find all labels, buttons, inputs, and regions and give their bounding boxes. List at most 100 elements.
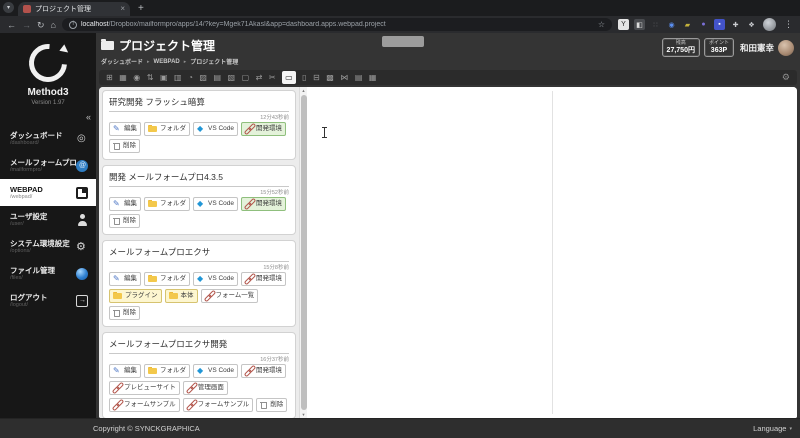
project-card[interactable]: 研究開発 フラッシュ暗算12分43秒前編集フォルダVS Code開発環境削除 — [102, 90, 296, 160]
sidebar-item-file-manager[interactable]: ファイル管理/files/ — [0, 260, 96, 287]
edit-button[interactable]: 編集 — [109, 272, 141, 286]
cut-icon[interactable]: ✂ — [269, 71, 276, 84]
link-button[interactable]: 開発環境 — [241, 197, 286, 211]
button-label: 開発環境 — [256, 124, 282, 134]
rows-icon[interactable]: ▤ — [355, 71, 363, 84]
vscode-button[interactable]: VS Code — [193, 272, 238, 286]
pattern-icon[interactable]: ▩ — [326, 71, 334, 84]
folder-button[interactable]: フォルダ — [144, 197, 190, 211]
frame-icon[interactable]: ▢ — [242, 71, 250, 84]
extension-blue-icon[interactable]: ▪ — [714, 19, 725, 30]
vscode-button[interactable]: VS Code — [193, 197, 238, 211]
box-icon[interactable]: ▣ — [160, 71, 168, 84]
list-icon[interactable]: ▤ — [213, 71, 221, 84]
extension-y-icon[interactable]: Y — [618, 19, 629, 30]
printer-icon[interactable]: ▦ — [369, 71, 377, 84]
sort-icon[interactable]: ⇅ — [147, 71, 154, 84]
link-button[interactable]: フォーム一覧 — [201, 289, 259, 303]
reading-list-icon[interactable]: ❖ — [746, 19, 757, 30]
extension-target-icon[interactable]: ◉ — [666, 19, 677, 30]
back-button[interactable]: ← — [7, 20, 16, 30]
project-card[interactable]: メールフォームプロエクサ開発16分37秒前編集フォルダVS Code開発環境プレ… — [102, 332, 296, 418]
calendar-icon[interactable]: ▨ — [199, 71, 207, 84]
extensions-puzzle-icon[interactable]: ✚ — [730, 19, 741, 30]
list-scrollbar[interactable]: ▲ ▼ — [299, 87, 307, 418]
folder-button[interactable]: フォルダ — [144, 364, 190, 378]
button-label: 本体 — [181, 291, 194, 301]
folder-button[interactable]: 本体 — [165, 289, 198, 303]
trash-button[interactable]: 削除 — [109, 214, 140, 228]
swap-icon[interactable]: ⇄ — [256, 71, 263, 84]
link-button[interactable]: フォームサンプル — [183, 398, 254, 412]
editor-panel[interactable] — [307, 87, 797, 418]
browser-tab[interactable]: プロジェクト管理 × — [18, 2, 130, 16]
trash-button[interactable]: 削除 — [109, 306, 140, 320]
home-button[interactable]: ⌂ — [51, 20, 56, 30]
folder-button[interactable]: プラグイン — [109, 289, 162, 303]
sidebar-item-mailformpro[interactable]: メールフォームプロ/mailformpro/ — [0, 152, 96, 179]
trash-button[interactable]: 削除 — [109, 139, 140, 153]
extension-dots-icon[interactable]: ∷ — [650, 19, 661, 30]
breadcrumb-item[interactable]: ダッシュボード — [101, 57, 143, 66]
new-tab-button[interactable]: + — [138, 4, 144, 14]
link-button[interactable]: プレビューサイト — [109, 381, 180, 395]
sidebar-item-system-settings[interactable]: システム環境設定/options/ — [0, 233, 96, 260]
table-icon[interactable]: ▦ — [119, 71, 127, 84]
pin-icon[interactable]: ◉ — [133, 71, 140, 84]
grid-icon[interactable]: ⊞ — [106, 71, 113, 84]
minus-box-icon[interactable]: ⊟ — [313, 71, 320, 84]
link-button[interactable]: 開発環境 — [241, 364, 286, 378]
tab-search-button[interactable]: ▾ — [3, 2, 14, 13]
trash-button[interactable]: 削除 — [256, 398, 287, 412]
user-avatar[interactable] — [778, 40, 794, 56]
forward-button[interactable]: → — [22, 20, 31, 30]
image-icon[interactable]: ▧ — [228, 71, 236, 84]
link-button[interactable]: 開発環境 — [241, 272, 286, 286]
button-label: 開発環境 — [256, 366, 282, 376]
clock-icon[interactable]: ◔ — [188, 71, 193, 84]
hourglass-icon[interactable]: ⋈ — [340, 71, 348, 84]
folder-button[interactable]: フォルダ — [144, 122, 190, 136]
bookmark-star-icon[interactable]: ☆ — [598, 20, 605, 29]
columns-icon[interactable]: ▥ — [174, 71, 182, 84]
extension-folder-icon[interactable]: ▰ — [682, 19, 693, 30]
sidebar-item-path: /files/ — [10, 275, 55, 282]
project-title: メールフォームプロエクサ開発 — [109, 337, 289, 354]
folder-icon — [148, 274, 158, 284]
active-window-icon[interactable]: ▭ — [282, 71, 296, 84]
project-card[interactable]: 開発 メールフォームプロ4.3.515分52秒前編集フォルダVS Code開発環… — [102, 165, 296, 235]
language-selector[interactable]: Language ▾ — [753, 424, 792, 433]
extension-box-icon[interactable]: ◧ — [634, 19, 645, 30]
breadcrumb-item[interactable]: WEBPAD — [154, 59, 180, 65]
browser-menu-icon[interactable]: ⋮ — [784, 19, 793, 30]
project-card[interactable]: メールフォームプロエクサ15分8秒前編集フォルダVS Code開発環境プラグイン… — [102, 240, 296, 327]
link-button[interactable]: 開発環境 — [241, 122, 286, 136]
scroll-up-icon[interactable]: ▲ — [302, 87, 306, 94]
scrollbar-thumb[interactable] — [301, 95, 307, 410]
link-button[interactable]: フォームサンプル — [109, 398, 180, 412]
sidebar-item-user-settings[interactable]: ユーザ設定/user/ — [0, 206, 96, 233]
scroll-down-icon[interactable]: ▼ — [302, 411, 306, 418]
edit-button[interactable]: 編集 — [109, 122, 141, 136]
vscode-button[interactable]: VS Code — [193, 122, 238, 136]
link-button[interactable]: 管理画面 — [183, 381, 228, 395]
bar-icon[interactable]: ▯ — [302, 71, 306, 84]
sidebar-item-logout[interactable]: ログアウト/logout/ — [0, 287, 96, 314]
footer: Copyright © SYNCKGRAPHICA Language ▾ — [0, 418, 800, 438]
tab-close-icon[interactable]: × — [120, 5, 125, 13]
edit-button[interactable]: 編集 — [109, 197, 141, 211]
url-bar[interactable]: localhost/Dropbox/mailformpro/apps/14/?k… — [62, 18, 612, 31]
toolbar-settings-gear-icon[interactable]: ⚙ — [782, 72, 790, 83]
project-title: 研究開発 フラッシュ暗算 — [109, 95, 289, 112]
folder-button[interactable]: フォルダ — [144, 272, 190, 286]
sidebar-item-webpad[interactable]: WEBPAD/webpad/ — [0, 179, 96, 206]
edit-button[interactable]: 編集 — [109, 364, 141, 378]
site-info-icon[interactable] — [69, 21, 77, 29]
reload-button[interactable]: ↻ — [37, 20, 45, 30]
browser-profile-avatar[interactable] — [763, 18, 776, 31]
sidebar-collapse-icon[interactable]: « — [0, 112, 96, 122]
sidebar-item-dashboard[interactable]: ダッシュボード/dashboard/ — [0, 125, 96, 152]
breadcrumb-item[interactable]: プロジェクト管理 — [190, 57, 238, 66]
vscode-button[interactable]: VS Code — [193, 364, 238, 378]
extension-purple-icon[interactable]: ● — [698, 19, 709, 30]
